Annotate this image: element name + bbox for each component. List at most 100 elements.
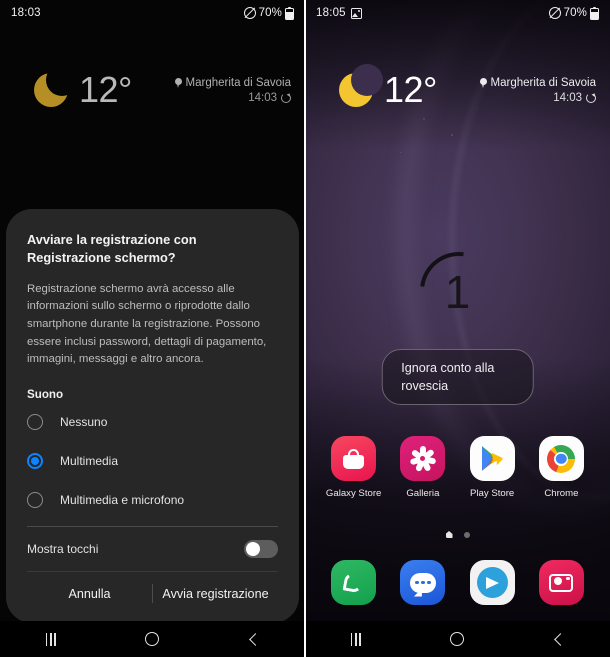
app-icon-play-store[interactable]: Play Store xyxy=(464,436,520,499)
skip-countdown-button[interactable]: Ignora conto alla rovescia xyxy=(381,349,534,405)
location-pin-icon xyxy=(174,77,182,88)
home-icon xyxy=(145,632,160,646)
radio-button-selected[interactable] xyxy=(27,452,43,469)
temperature: 12° xyxy=(79,69,132,110)
flower-icon xyxy=(409,445,437,472)
battery-icon xyxy=(285,6,294,20)
battery-percent: 70% xyxy=(258,7,282,19)
chrome-icon xyxy=(547,444,576,473)
recents-icon xyxy=(350,632,361,646)
left-weather-meta: Margherita di Savoia 14:03 xyxy=(174,76,292,104)
cancel-button[interactable]: Annulla xyxy=(27,572,152,616)
page-indicator-dot[interactable] xyxy=(463,531,470,538)
galaxy-store-icon xyxy=(331,436,377,481)
app-dock xyxy=(305,560,610,605)
radio-button[interactable] xyxy=(27,491,43,508)
back-icon xyxy=(554,632,568,646)
home-icon xyxy=(450,632,465,646)
recents-button[interactable] xyxy=(29,621,73,657)
weather-location: Margherita di Savoia xyxy=(490,76,596,89)
radio-label: Multimedia xyxy=(60,453,119,468)
right-weather-widget[interactable]: 12° Margherita di Savoia 14:03 xyxy=(305,62,610,118)
dock-icon-telegram[interactable] xyxy=(464,560,520,605)
left-status-bar: 18:03 70% xyxy=(0,0,305,26)
battery-percent: 70% xyxy=(563,7,587,19)
weather-updated-time: 14:03 xyxy=(553,91,582,104)
screenshot-divider xyxy=(304,0,306,657)
weather-location: Margherita di Savoia xyxy=(185,76,291,89)
temperature: 12° xyxy=(384,69,437,110)
right-phone-screen: 18:05 70% 12° Margherita di Savoia 14:03 xyxy=(305,0,610,657)
left-phone-screen: 18:03 70% 12° Margherita di Savoia 14:03 xyxy=(0,0,305,657)
dock-icon-messaggi[interactable] xyxy=(395,560,451,605)
weather-location-row: Margherita di Savoia xyxy=(174,76,291,89)
weather-updated-row: 14:03 xyxy=(480,91,597,104)
dock-icon-telefono[interactable] xyxy=(326,560,382,605)
refresh-icon[interactable] xyxy=(281,91,292,103)
play-store-glyph xyxy=(481,446,504,471)
mute-icon xyxy=(548,7,561,19)
show-touches-label: Mostra tocchi xyxy=(27,542,99,556)
page-indicator-home[interactable] xyxy=(445,531,453,538)
dialog-actions: Annulla Avvia registrazione xyxy=(27,571,278,615)
battery-icon xyxy=(590,6,599,20)
telegram-icon xyxy=(476,567,508,598)
show-touches-row[interactable]: Mostra tocchi xyxy=(27,527,278,571)
radio-label: Nessuno xyxy=(60,414,108,429)
phone-app-tile xyxy=(331,560,377,605)
countdown-wrapper: 1 xyxy=(403,236,514,346)
right-status-bar: 18:05 70% xyxy=(305,0,610,26)
start-recording-button[interactable]: Avvia registrazione xyxy=(153,572,278,616)
status-time: 18:03 xyxy=(11,7,41,19)
back-icon xyxy=(249,632,263,646)
radio-button[interactable] xyxy=(27,413,43,430)
screenshot-icon xyxy=(350,7,362,19)
recording-countdown: 1 xyxy=(305,236,610,346)
left-navigation-bar xyxy=(0,621,305,657)
location-pin-icon xyxy=(479,77,487,88)
phone-icon xyxy=(342,571,365,594)
radio-option-multimedia-microfono[interactable]: Multimedia e microfono xyxy=(27,481,278,518)
home-button[interactable] xyxy=(130,621,174,657)
dialog-section-label: Suono xyxy=(27,388,64,401)
screen-recorder-permission-dialog: Avviare la registrazione con Registrazio… xyxy=(6,208,299,623)
page-indicator[interactable] xyxy=(305,531,610,538)
back-button[interactable] xyxy=(232,621,276,657)
app-icon-chrome[interactable]: Chrome xyxy=(533,436,589,499)
home-button[interactable] xyxy=(435,621,479,657)
dual-screenshot-stage: 18:03 70% 12° Margherita di Savoia 14:03 xyxy=(0,0,610,657)
mute-icon xyxy=(243,7,256,19)
app-icon-galleria[interactable]: Galleria xyxy=(395,436,451,499)
left-weather-widget[interactable]: 12° Margherita di Savoia 14:03 xyxy=(0,62,305,118)
weather-updated-time: 14:03 xyxy=(248,91,277,104)
app-label: Galleria xyxy=(406,488,440,499)
camera-icon xyxy=(549,573,574,592)
radio-label: Multimedia e microfono xyxy=(60,492,185,507)
right-navigation-bar xyxy=(305,621,610,657)
dialog-title: Avviare la registrazione con Registrazio… xyxy=(27,231,197,266)
app-label: Play Store xyxy=(469,488,515,499)
radio-option-nessuno[interactable]: Nessuno xyxy=(27,403,278,440)
chrome-app-tile xyxy=(538,436,584,481)
message-bubble-icon xyxy=(409,572,436,593)
left-status-bar-right: 70% xyxy=(243,6,294,20)
left-status-bar-left: 18:03 xyxy=(11,7,41,19)
back-button[interactable] xyxy=(537,621,581,657)
refresh-icon[interactable] xyxy=(586,91,597,103)
play-store-icon xyxy=(469,436,515,481)
moon-icon xyxy=(339,64,383,107)
countdown-number: 1 xyxy=(444,266,471,318)
right-status-bar-right: 70% xyxy=(548,6,599,20)
radio-option-multimedia[interactable]: Multimedia xyxy=(27,442,278,479)
app-icon-galaxy-store[interactable]: Galaxy Store xyxy=(326,436,382,499)
weather-location-row: Margherita di Savoia xyxy=(479,76,596,89)
moon-icon xyxy=(34,64,78,107)
dock-icon-fotocamera[interactable] xyxy=(533,560,589,605)
right-status-bar-left: 18:05 xyxy=(316,7,362,19)
galleria-icon xyxy=(400,436,446,481)
recents-button[interactable] xyxy=(334,621,378,657)
recents-icon xyxy=(45,632,56,646)
weather-updated-row: 14:03 xyxy=(175,91,292,104)
shopping-bag-icon xyxy=(343,448,365,469)
show-touches-toggle[interactable] xyxy=(244,540,278,558)
